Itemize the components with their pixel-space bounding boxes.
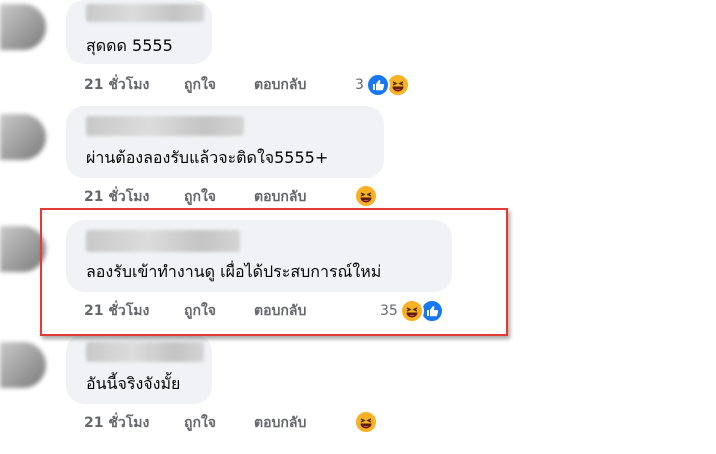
comment-text: ผ่านต้องลองรับแล้วจะติดใจ5555+ (86, 148, 329, 167)
reply-button[interactable]: ตอบกลับ (254, 74, 306, 96)
avatar[interactable] (0, 342, 46, 388)
like-icon[interactable] (366, 73, 390, 97)
timestamp-link[interactable]: 21 ชั่วโมง (84, 412, 149, 434)
like-button[interactable]: ถูกใจ (184, 186, 216, 208)
highlight-box (40, 208, 508, 336)
haha-icon[interactable] (400, 299, 424, 323)
author-name-blurred[interactable] (86, 116, 244, 136)
like-button[interactable]: ถูกใจ (184, 412, 216, 434)
avatar[interactable] (0, 4, 46, 50)
timestamp-link[interactable]: 21 ชั่วโมง (84, 186, 149, 208)
comment-bubble: สุดดด 5555 (66, 0, 212, 64)
reaction-count[interactable]: 3 (355, 74, 364, 96)
reply-button[interactable]: ตอบกลับ (254, 412, 306, 434)
author-name-blurred[interactable] (86, 342, 204, 362)
like-button[interactable]: ถูกใจ (184, 74, 216, 96)
avatar[interactable] (0, 114, 46, 160)
reply-button[interactable]: ตอบกลับ (254, 186, 306, 208)
comment-text: อันนี้จริงจังมั้ย (86, 374, 181, 393)
comment-bubble: อันนี้จริงจังมั้ย (66, 334, 212, 404)
comment-text: สุดดด 5555 (86, 36, 173, 55)
comment-bubble: ผ่านต้องลองรับแล้วจะติดใจ5555+ (66, 106, 384, 178)
haha-icon[interactable] (354, 184, 378, 208)
timestamp-link[interactable]: 21 ชั่วโมง (84, 74, 149, 96)
author-name-blurred[interactable] (86, 4, 204, 22)
comment-thread: สุดดด 5555 21 ชั่วโมง ถูกใจ ตอบกลับ 3 ผ่… (0, 0, 716, 454)
haha-icon[interactable] (354, 410, 378, 434)
